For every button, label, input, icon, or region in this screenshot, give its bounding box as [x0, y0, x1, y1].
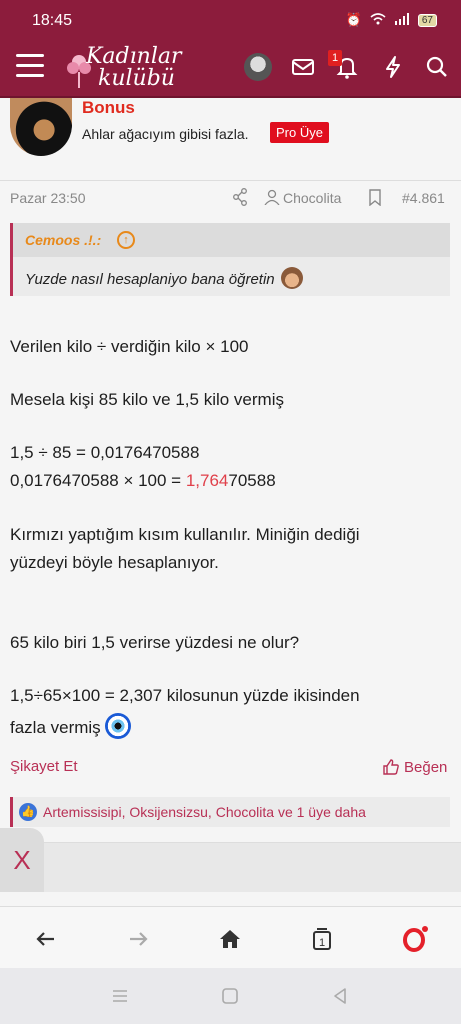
- pro-member-badge: Pro Üye: [270, 122, 329, 143]
- reactions-text[interactable]: Artemissisipi, Oksijensizsu, Chocolita v…: [43, 804, 366, 820]
- body-line-8: 1,5÷65×100 = 2,307 kilosunun yüzde ikisi…: [10, 686, 360, 705]
- body-line-3: 1,5 ÷ 85 = 0,0176470588: [10, 443, 200, 462]
- like-button[interactable]: Beğen: [382, 758, 447, 776]
- ad-banner-area: [44, 842, 461, 892]
- body-line-2: Mesela kişi 85 kilo ve 1,5 kilo vermiş: [10, 390, 284, 409]
- app-header: Kadınlar kulübü 1: [0, 36, 461, 98]
- post-number[interactable]: #4.861: [402, 190, 445, 206]
- status-time: 18:45: [32, 12, 73, 29]
- report-button[interactable]: Şikayet Et: [10, 758, 78, 775]
- share-icon[interactable]: [232, 188, 248, 206]
- back-nav-icon[interactable]: [330, 986, 350, 1006]
- status-icons: ⏰ 67: [346, 12, 437, 28]
- opera-menu-icon[interactable]: [400, 925, 428, 953]
- site-logo[interactable]: Kadınlar kulübü: [64, 42, 194, 94]
- reactions-bar[interactable]: 👍 Artemissisipi, Oksijensizsu, Chocolita…: [10, 797, 450, 827]
- body-line-7: 65 kilo biri 1,5 verirse yüzdesi ne olur…: [10, 633, 300, 652]
- post-author-block: Bonus Ahlar ağacıyım gibisi fazla. Pro Ü…: [0, 98, 461, 178]
- back-arrow-icon[interactable]: [32, 925, 60, 953]
- tabs-icon[interactable]: 1: [308, 925, 336, 953]
- nazar-amulet-icon: [104, 713, 131, 739]
- body-line-6: yüzdeyi böyle hesaplanıyor.: [10, 553, 219, 572]
- close-ad-button[interactable]: X: [0, 828, 44, 892]
- forward-arrow-icon[interactable]: [124, 925, 152, 953]
- body-line-4: 0,0176470588 × 100 = 1,76470588: [10, 471, 276, 490]
- body-line-5: Kırmızı yaptığım kısım kullanılır. Miniğ…: [10, 525, 360, 544]
- alarm-icon: ⏰: [345, 12, 362, 27]
- profile-avatar[interactable]: [244, 53, 272, 81]
- quote-header: Cemoos .!.: ↑: [13, 223, 450, 257]
- body-line-9: fazla vermiş: [10, 713, 131, 739]
- home-icon[interactable]: [216, 925, 244, 953]
- highlighted-value: 1,764: [185, 471, 229, 490]
- like-label: Beğen: [404, 758, 448, 776]
- body-line-1: Verilen kilo ÷ verdiğin kilo × 100: [10, 337, 249, 356]
- battery-icon: 67: [417, 13, 437, 27]
- wifi-icon: [370, 12, 386, 28]
- status-bar: 18:45 ⏰ 67: [0, 0, 461, 36]
- quote-block: Cemoos .!.: ↑ Yuzde nasıl hesaplaniyo ba…: [10, 223, 450, 296]
- browser-toolbar: 1: [0, 906, 461, 968]
- arrow-up-icon[interactable]: ↑: [117, 231, 135, 249]
- post-author[interactable]: Chocolita: [283, 190, 341, 206]
- quote-text: Yuzde nasıl hesaplaniyo bana öğretin: [25, 267, 303, 289]
- system-navigation-bar: [0, 968, 461, 1024]
- home-nav-icon[interactable]: [220, 986, 240, 1006]
- post-actions: Şikayet Et Beğen: [0, 756, 461, 780]
- notification-badge: 1: [328, 50, 342, 66]
- search-icon[interactable]: [424, 54, 450, 80]
- post-date[interactable]: Pazar 23:50: [10, 190, 86, 206]
- user-icon: [264, 189, 280, 205]
- thumbs-up-icon: [383, 759, 399, 775]
- username[interactable]: Bonus: [82, 98, 135, 118]
- quote-author[interactable]: Cemoos .!.:: [25, 232, 101, 248]
- logo-text-line2: kulübü: [98, 66, 175, 91]
- post-meta: Pazar 23:50 Chocolita #4.861: [0, 180, 461, 214]
- see-no-evil-monkey-icon: [280, 267, 303, 289]
- menu-icon[interactable]: [16, 54, 44, 78]
- lightning-icon[interactable]: [380, 54, 406, 80]
- recent-apps-icon[interactable]: [110, 986, 130, 1006]
- bookmark-icon[interactable]: [368, 189, 382, 206]
- user-title: Ahlar ağacıyım gibisi fazla.: [82, 126, 249, 142]
- signal-icon: [394, 12, 410, 28]
- user-avatar[interactable]: [10, 98, 72, 156]
- like-reaction-icon: 👍: [19, 803, 37, 821]
- svg-text:1: 1: [319, 937, 325, 949]
- mail-icon[interactable]: [290, 54, 316, 80]
